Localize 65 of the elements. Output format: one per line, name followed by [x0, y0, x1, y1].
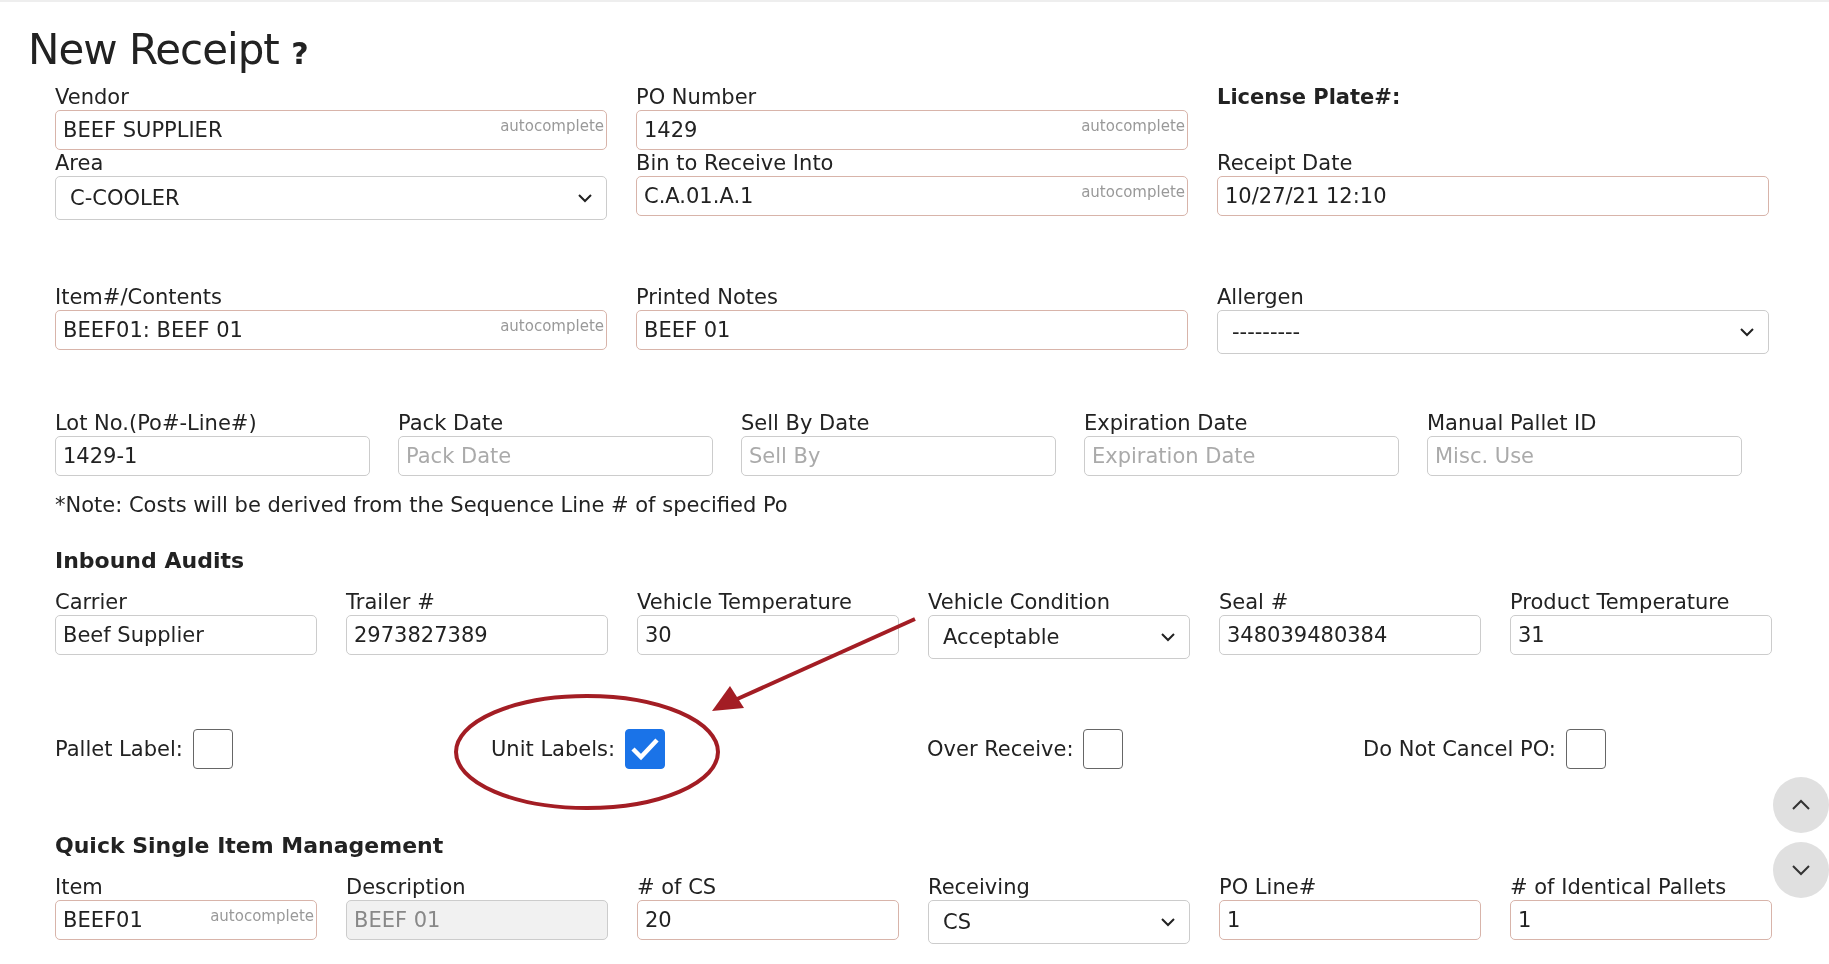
- chevron-down-icon: [1791, 864, 1811, 876]
- chevron-down-icon: [1161, 917, 1175, 927]
- chevron-down-icon: [1740, 327, 1754, 337]
- field-label: Area: [55, 150, 105, 176]
- text-field[interactable]: 10/27/21 12:10: [1217, 176, 1769, 216]
- text-field[interactable]: 2973827389: [346, 615, 608, 655]
- field-label: Item: [55, 874, 104, 900]
- checkbox[interactable]: [1565, 729, 1606, 769]
- text-field[interactable]: 30: [637, 615, 899, 655]
- field-label: # of Identical Pallets: [1510, 874, 1728, 900]
- field-label: Receiving: [928, 874, 1031, 900]
- page-title: New Receipt: [28, 25, 279, 74]
- field-label: Printed Notes: [636, 284, 779, 310]
- license-plate-label: License Plate#:: [1217, 84, 1402, 110]
- text-field[interactable]: 31: [1510, 615, 1772, 655]
- field-label: Trailer #: [346, 589, 436, 615]
- checkbox-label: Pallet Label:: [55, 737, 183, 761]
- text-field[interactable]: BEEF SUPPLIER autocomplete: [55, 110, 607, 150]
- field-label: Vehicle Temperature: [637, 589, 853, 615]
- field-label: Pack Date: [398, 410, 505, 436]
- select-field[interactable]: C-COOLER: [55, 176, 607, 220]
- chevron-up-icon: [1791, 799, 1811, 811]
- text-field[interactable]: 20: [637, 900, 899, 940]
- checkbox-label: Do Not Cancel PO:: [1363, 737, 1556, 761]
- field-label: Receipt Date: [1217, 150, 1354, 176]
- text-field[interactable]: BEEF01 autocomplete: [55, 900, 317, 940]
- select-field[interactable]: Acceptable: [928, 615, 1190, 659]
- help-icon[interactable]: ?: [291, 36, 308, 71]
- field-label: Item#/Contents: [55, 284, 223, 310]
- note-text: *Note: Costs will be derived from the Sequence Line # of specified Po: [55, 492, 789, 519]
- text-field[interactable]: 348039480384: [1219, 615, 1481, 655]
- select-field[interactable]: ---------: [1217, 310, 1769, 354]
- text-field[interactable]: 1: [1219, 900, 1481, 940]
- chevron-down-icon: [1161, 632, 1175, 642]
- text-field[interactable]: BEEF01: BEEF 01 autocomplete: [55, 310, 607, 350]
- checkbox-label: Unit Labels:: [491, 737, 616, 761]
- field-label: PO Line#: [1219, 874, 1318, 900]
- text-field[interactable]: C.A.01.A.1 autocomplete: [636, 176, 1188, 216]
- field-label: Carrier: [55, 589, 128, 615]
- checkbox-label: Over Receive:: [927, 737, 1074, 761]
- field-label: Product Temperature: [1510, 589, 1731, 615]
- field-label: Manual Pallet ID: [1427, 410, 1598, 436]
- field-label: Sell By Date: [741, 410, 871, 436]
- field-label: Allergen: [1217, 284, 1305, 310]
- field-label: Bin to Receive Into: [636, 150, 835, 176]
- field-label: PO Number: [636, 84, 758, 110]
- checkbox[interactable]: [625, 729, 666, 769]
- select-field[interactable]: CS: [928, 900, 1190, 944]
- text-field[interactable]: BEEF 01: [636, 310, 1188, 350]
- text-field[interactable]: 1: [1510, 900, 1772, 940]
- field-label: Vendor: [55, 84, 130, 110]
- text-field[interactable]: 1429-1: [55, 436, 370, 476]
- field-label: Lot No.(Po#-Line#): [55, 410, 258, 436]
- field-label: Description: [346, 874, 467, 900]
- field-label: # of CS: [637, 874, 718, 900]
- checkbox[interactable]: [192, 729, 233, 769]
- text-field[interactable]: 1429 autocomplete: [636, 110, 1188, 150]
- chevron-down-icon: [578, 193, 592, 203]
- section-heading: Inbound Audits: [55, 547, 246, 575]
- checkbox[interactable]: [1083, 729, 1124, 769]
- field-label: Seal #: [1219, 589, 1290, 615]
- field-label: Vehicle Condition: [928, 589, 1111, 615]
- text-field[interactable]: Beef Supplier: [55, 615, 317, 655]
- section-heading: Quick Single Item Management: [55, 832, 445, 860]
- field-label: Expiration Date: [1084, 410, 1249, 436]
